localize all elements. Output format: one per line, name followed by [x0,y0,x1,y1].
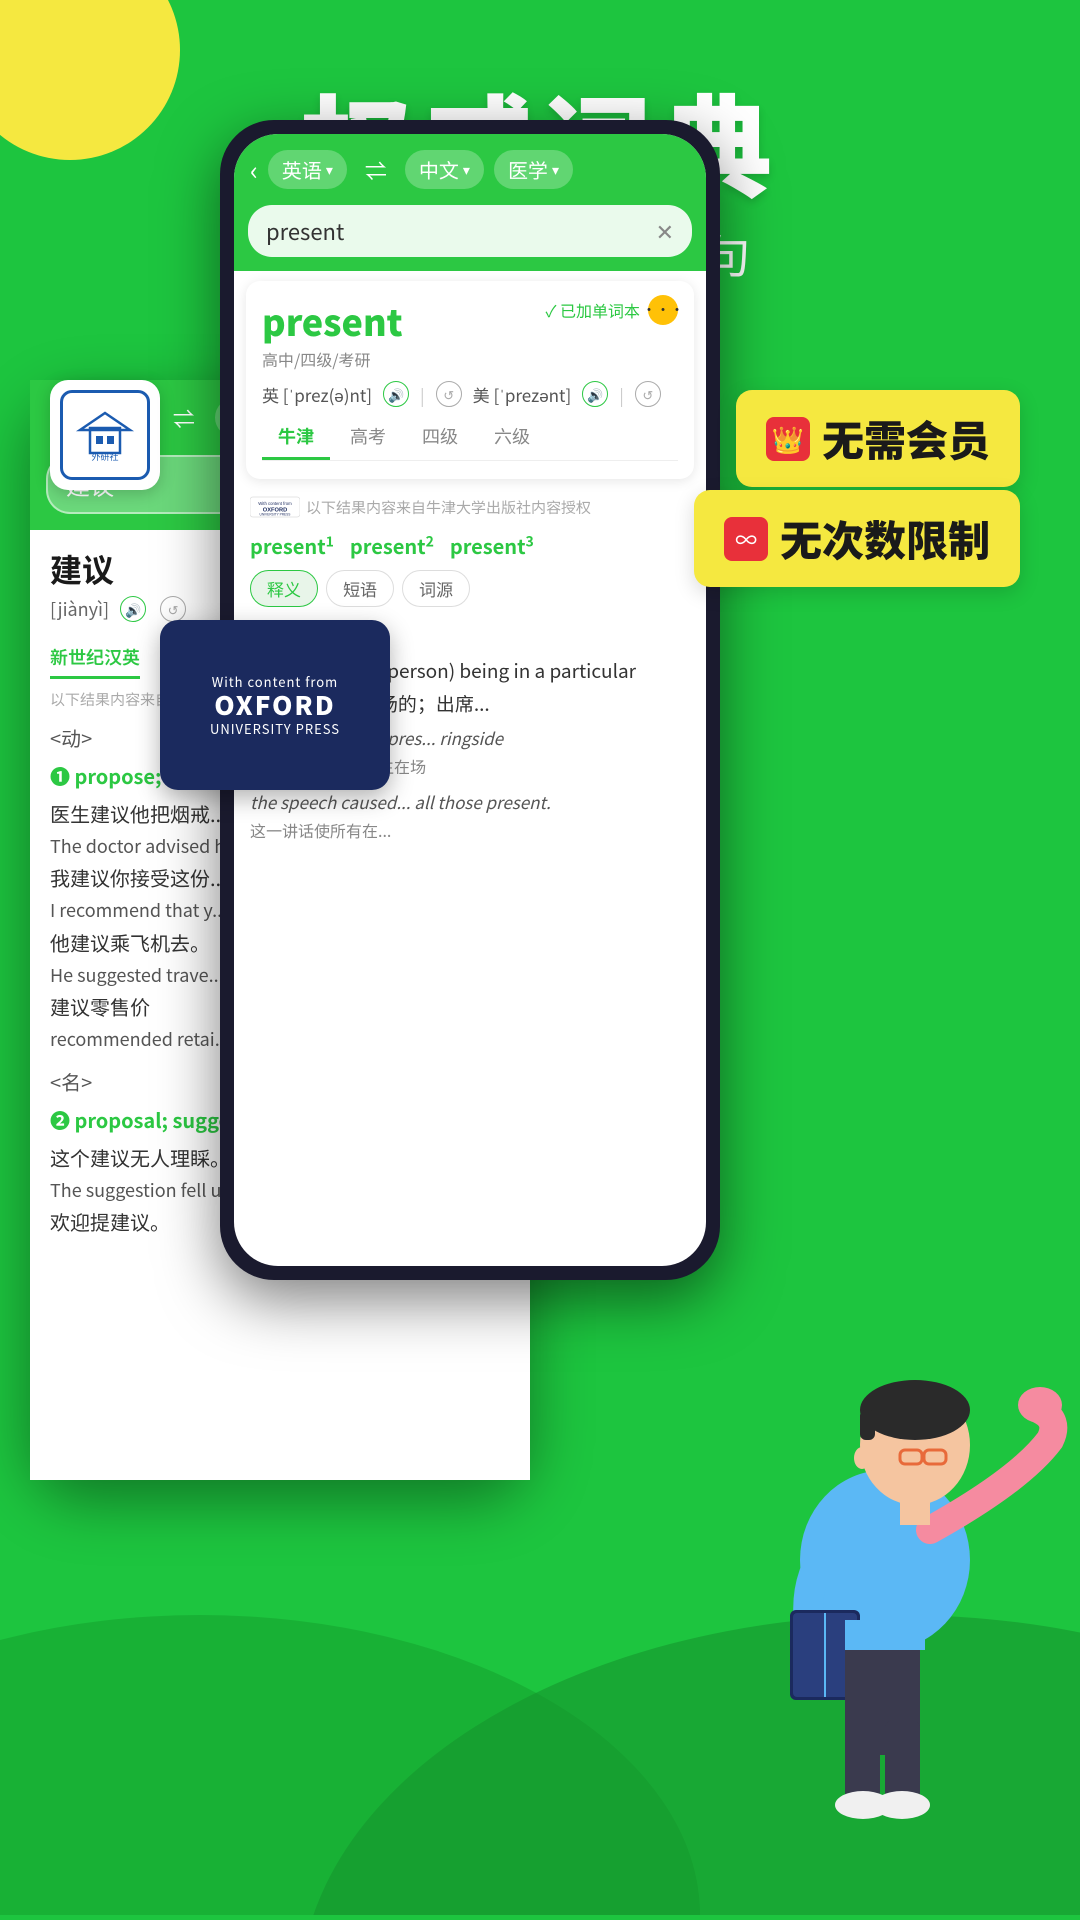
badge-no-limit: ∞ 无次数限制 [694,490,1020,587]
waiyangshe-inner: 外研社 [60,390,150,480]
variant2[interactable]: present2 [350,531,434,560]
front-back-btn[interactable]: ‹ [250,151,258,188]
front-nav-subject[interactable]: 医学 ▾ [494,150,573,189]
us-replay-btn[interactable]: ↺ [635,381,661,407]
nav-swap[interactable]: ⇌ [173,402,195,434]
dict-source: 新世纪汉英 [50,638,140,679]
front-nav: ‹ 英语 ▾ ⇌ 中文 ▾ 医学 ▾ [234,134,706,199]
added-badge: ✓ 已加单词本 [545,298,640,322]
tab-oxford[interactable]: 牛津 [262,415,330,460]
crown-icon: 👑 [766,417,810,461]
front-word-card: present 高中/四级/考研 ✓ 已加单词本 ••• 英 [ˈprez(ə)… [246,281,694,479]
character-illustration [700,1280,1080,1860]
more-options-btn[interactable]: ••• [648,295,678,325]
mtab-definition[interactable]: 释义 [250,570,318,607]
infinity-icon: ∞ [724,517,768,561]
front-variants: present1 present2 present3 [234,525,706,566]
uk-replay-btn[interactable]: ↺ [436,381,462,407]
oxford-brand-text: OXFORD [214,691,336,720]
front-nav-swap[interactable]: ⇌ [365,154,387,186]
tab-cet4[interactable]: 四级 [406,415,474,460]
front-search-input[interactable]: present ✕ [248,205,692,257]
front-search-area: present ✕ [234,199,706,271]
meaning-tabs: 释义 短语 词源 [234,566,706,611]
svg-text:UNIVERSITY PRESS: UNIVERSITY PRESS [260,513,291,517]
badge-no-member: 👑 无需会员 [736,390,1020,487]
badge-no-limit-label: 无次数限制 [780,508,990,569]
variant3[interactable]: present3 [450,531,534,560]
waiyangshe-badge: 外研社 [50,380,160,490]
front-word-main: present 高中/四级/考研 [262,295,403,377]
svg-text:With content from: With content from [258,501,292,506]
tab-gaokao[interactable]: 高考 [334,415,402,460]
waiyangshe-logo-icon: 外研社 [75,408,135,463]
example-block-2: the speech caused... all those present. … [250,788,690,844]
oxford-source-note: With content from OXFORD UNIVERSITY PRES… [234,489,706,525]
front-nav-lang1[interactable]: 英语 ▾ [268,150,347,189]
oxford-mini-logo: With content from OXFORD UNIVERSITY PRES… [250,493,300,521]
clear-icon[interactable]: ✕ [656,215,674,247]
badge-no-member-label: 无需会员 [822,408,990,469]
mtab-phrase[interactable]: 短语 [326,570,394,607]
rotate-icon-back[interactable]: ↺ [160,596,186,622]
front-tabs-row: 牛津 高考 四级 六级 [262,415,678,461]
uk-audio-btn[interactable]: 🔊 [383,381,409,407]
tab-cet6[interactable]: 六级 [478,415,546,460]
front-nav-lang2[interactable]: 中文 ▾ [405,150,484,189]
oxford-badge-card: With content from OXFORD UNIVERSITY PRES… [160,620,390,790]
mtab-etymology[interactable]: 词源 [402,570,470,607]
front-phonetics: 英 [ˈprez(ə)nt] 🔊 | ↺ 美 [ˈprezənt] 🔊 | ↺ [262,381,678,407]
svg-text:外研社: 外研社 [91,451,118,462]
character-svg [700,1280,1080,1860]
audio-icon-back[interactable]: 🔊 [120,596,146,622]
us-audio-btn[interactable]: 🔊 [582,381,608,407]
variant1[interactable]: present1 [250,531,334,560]
oxford-univ-press: UNIVERSITY PRESS [210,719,340,738]
